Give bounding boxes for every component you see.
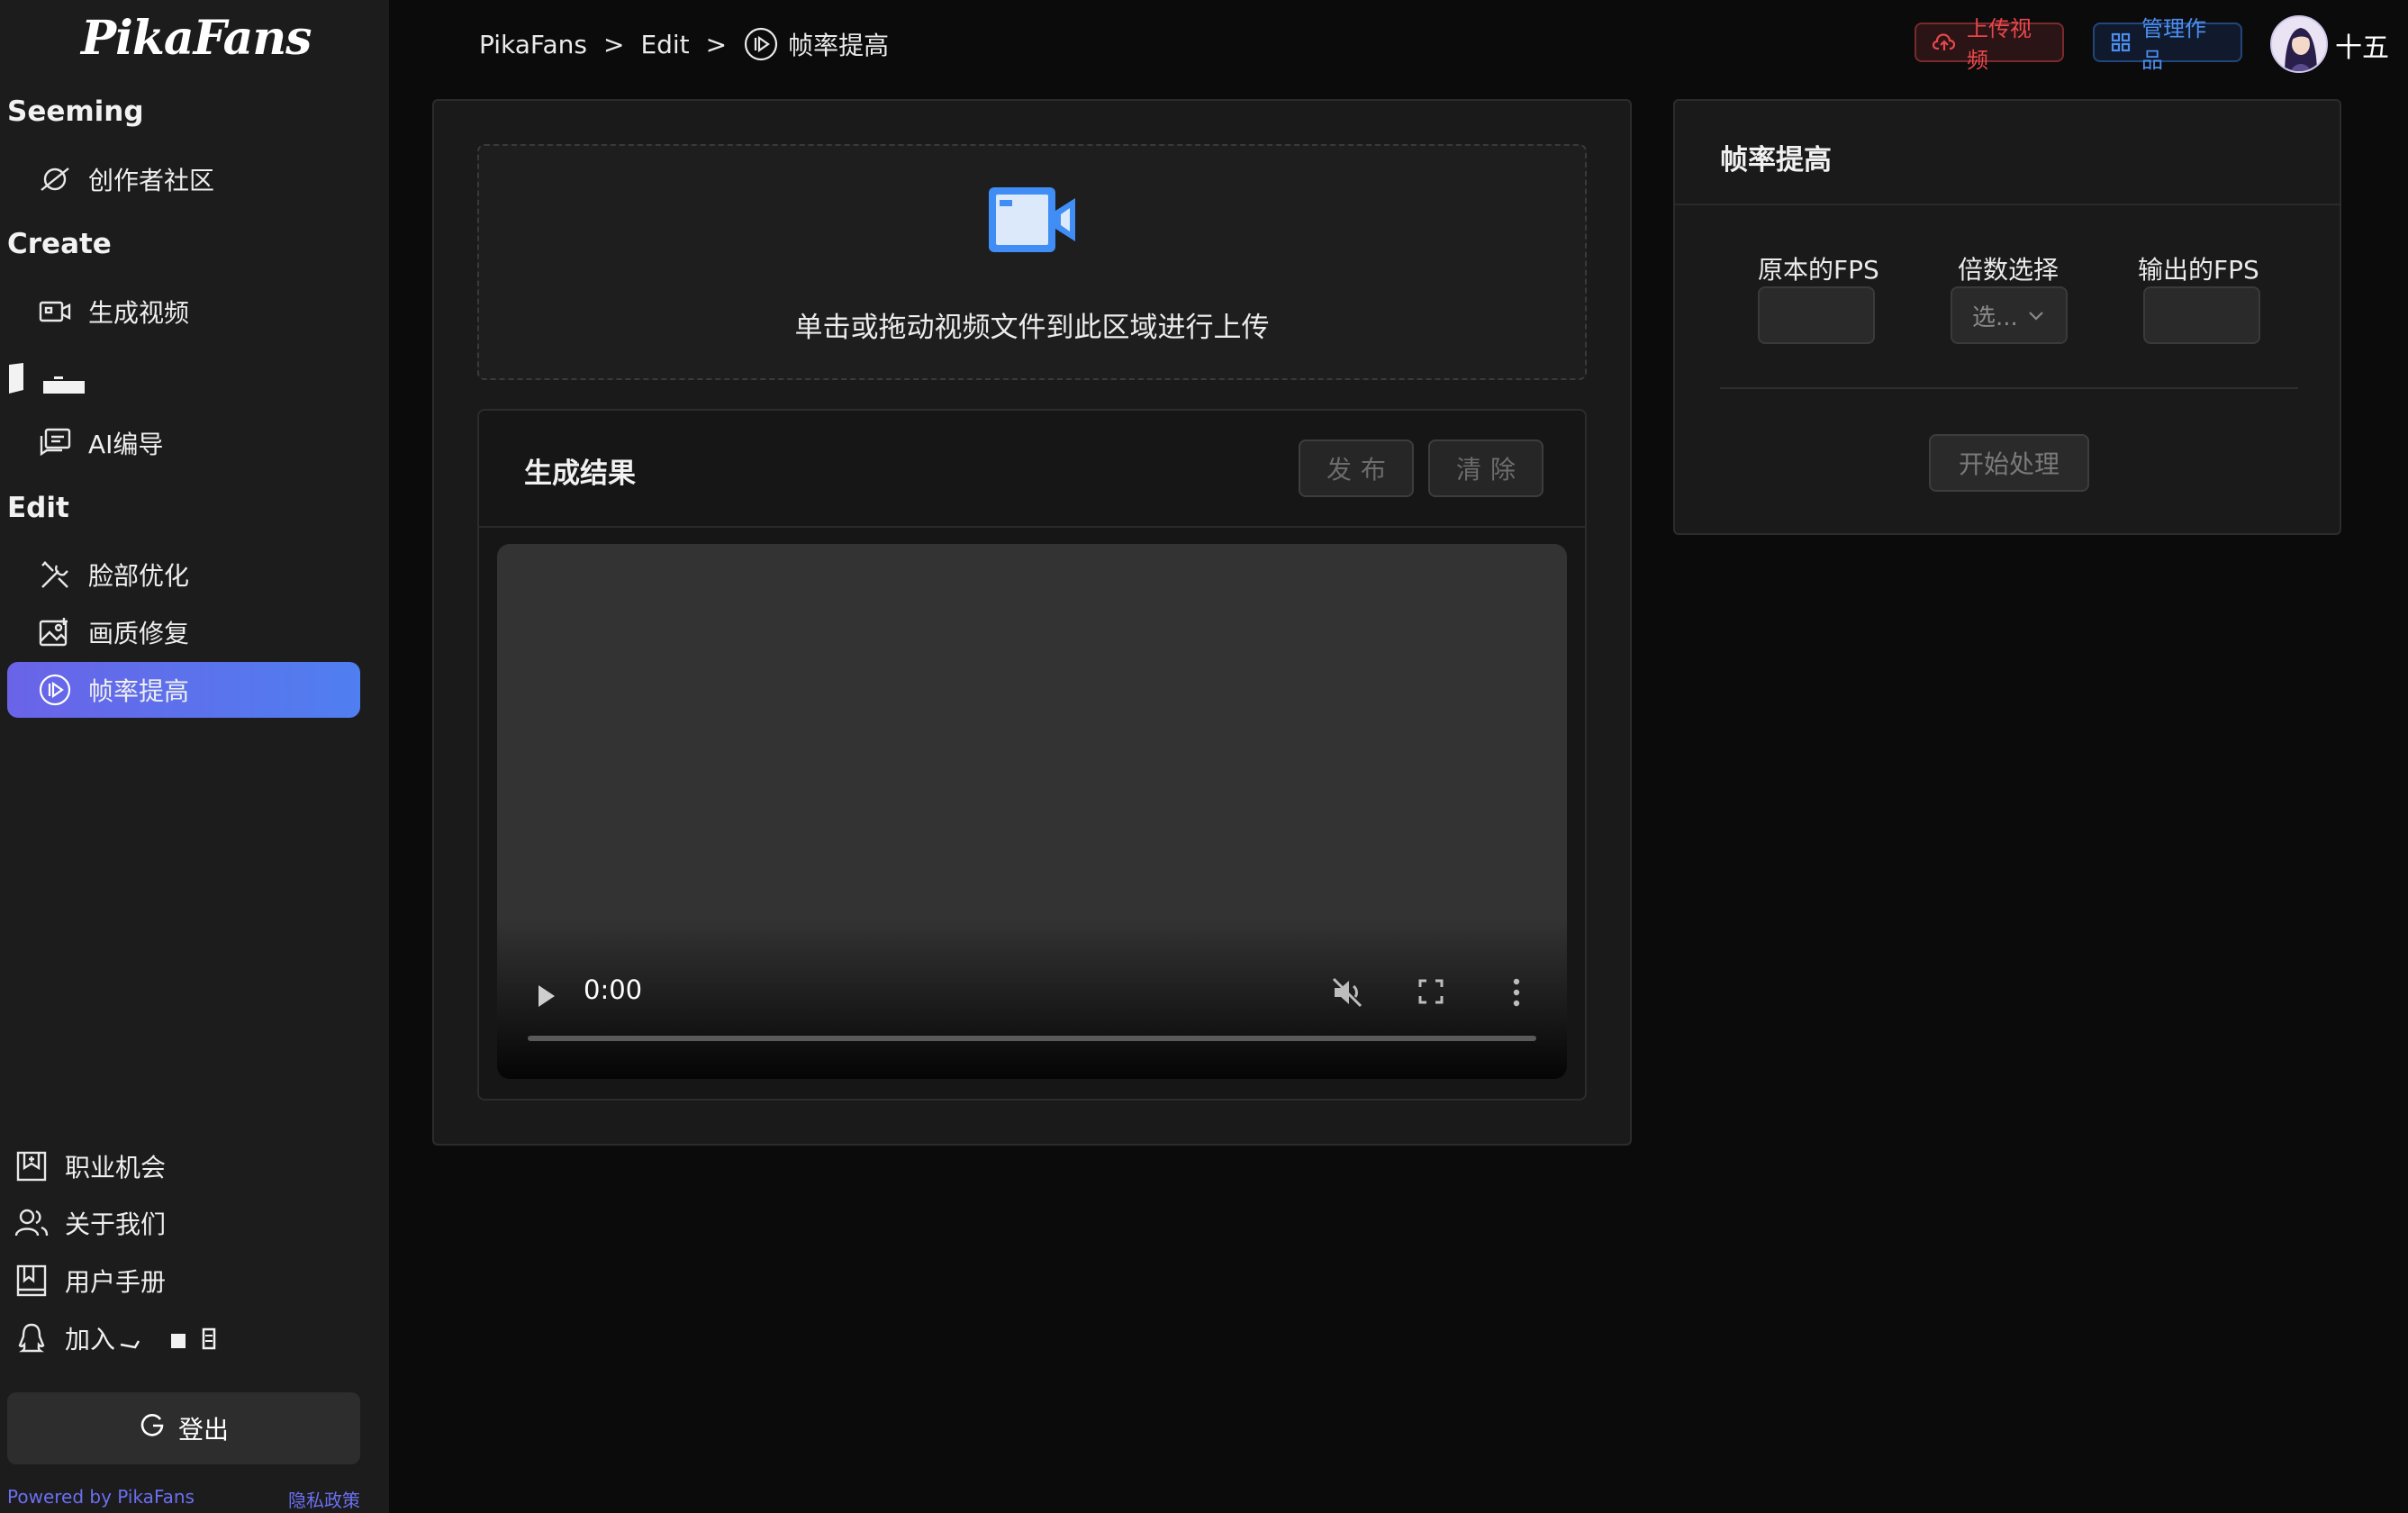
sidebar-item-label: 关于我们	[65, 1209, 167, 1239]
sidebar-item-manual[interactable]: 用户手册	[7, 1253, 360, 1309]
grid-icon	[2111, 32, 2131, 52]
sidebar-item-generate-video[interactable]: 生成视频	[7, 284, 360, 340]
sidebar-item-ai-director[interactable]: AI编导	[7, 415, 360, 471]
clear-button[interactable]: 清除	[1428, 439, 1543, 497]
video-player[interactable]: 0:00	[497, 544, 1567, 1079]
sidebar-item-label: 用户手册	[65, 1267, 167, 1297]
publish-button[interactable]: 发布	[1299, 439, 1414, 497]
breadcrumb-home[interactable]: PikaFans	[479, 30, 587, 59]
result-header: 生成结果 发布 清除	[479, 411, 1585, 528]
play-circle-icon	[38, 673, 72, 707]
sidebar-item-about[interactable]: 关于我们	[7, 1195, 360, 1251]
play-circle-icon	[743, 26, 779, 62]
chevron-down-icon	[2027, 309, 2045, 322]
sidebar-item-label: 脸部优化	[88, 561, 190, 591]
section-edit: Edit	[7, 492, 69, 524]
settings-title: 帧率提高	[1720, 144, 1832, 177]
output-fps-label: 输出的FPS	[2138, 255, 2259, 285]
sidebar-item-label: 创作者社区	[88, 166, 215, 195]
sidebar-item-join[interactable]: 加入	[7, 1310, 360, 1366]
video-time: 0:00	[584, 974, 643, 1005]
rendering-glitch-icon	[9, 363, 85, 394]
dropzone-text: 单击或拖动视频文件到此区域进行上传	[794, 312, 1270, 344]
result-title: 生成结果	[524, 458, 636, 490]
more-options-icon[interactable]	[1511, 976, 1522, 1009]
sidebar-item-image-repair[interactable]: 画质修复	[7, 604, 360, 660]
upload-video-button[interactable]: 上传视频	[1915, 16, 2064, 73]
breadcrumb-separator: >	[602, 29, 625, 59]
book-icon	[14, 1264, 49, 1298]
avatar[interactable]	[2270, 15, 2328, 73]
start-processing-button[interactable]: 开始处理	[1929, 434, 2089, 492]
settings-header: 帧率提高	[1675, 101, 2340, 205]
sidebar-item-label: AI编导	[88, 430, 164, 459]
video-progress-bar[interactable]	[528, 1036, 1536, 1041]
username[interactable]: 十五	[2335, 25, 2389, 65]
privacy-policy-link[interactable]: 隐私政策	[288, 1486, 360, 1512]
chat-icon	[38, 426, 72, 460]
fullscreen-icon[interactable]	[1417, 978, 1444, 1005]
manage-works-label: 管理作品	[2141, 16, 2206, 73]
qq-icon	[14, 1321, 49, 1355]
breadcrumb: PikaFans > Edit > 帧率提高	[479, 23, 889, 65]
users-icon	[14, 1206, 49, 1240]
manage-works-button[interactable]: 管理作品	[2093, 16, 2242, 73]
section-seeming: Seeming	[7, 95, 144, 128]
section-create: Create	[7, 228, 112, 260]
breadcrumb-current: 帧率提高	[788, 31, 890, 60]
multiplier-select-value: 选...	[1972, 304, 2018, 331]
tools-icon	[38, 557, 72, 592]
bookmark-add-icon	[14, 1149, 49, 1183]
app-logo[interactable]: PikaFans	[81, 7, 312, 70]
original-fps-label: 原本的FPS	[1758, 255, 1879, 285]
powered-by-link[interactable]: Powered by PikaFans	[7, 1486, 195, 1508]
output-fps-input[interactable]	[2143, 286, 2260, 344]
logout-label: 登出	[177, 1415, 229, 1445]
play-icon[interactable]	[533, 980, 560, 1012]
logout-icon	[139, 1412, 166, 1445]
sidebar-item-label: 帧率提高	[88, 676, 190, 706]
settings-panel: 帧率提高 原本的FPS 倍数选择 选... 输出的FPS 开始处理	[1673, 99, 2341, 535]
logout-button[interactable]: 登出	[7, 1392, 360, 1464]
mute-icon[interactable]	[1331, 976, 1365, 1009]
divider	[1720, 387, 2298, 389]
sidebar: PikaFans Seeming 创作者社区 Create 生成视频 AI编导 …	[0, 0, 389, 1513]
image-edit-icon	[38, 615, 72, 649]
planet-icon	[38, 162, 72, 196]
upload-video-label: 上传视频	[1967, 16, 2032, 73]
video-camera-icon	[989, 187, 1075, 252]
original-fps-input[interactable]	[1758, 286, 1875, 344]
sidebar-item-label: 生成视频	[88, 298, 190, 328]
sidebar-item-label: 画质修复	[88, 619, 190, 648]
multiplier-label: 倍数选择	[1958, 255, 2059, 285]
cloud-upload-icon	[1933, 32, 1956, 52]
multiplier-select[interactable]: 选...	[1951, 286, 2068, 344]
sidebar-item-face-optimize[interactable]: 脸部优化	[7, 547, 360, 602]
sidebar-item-label: 加入	[65, 1325, 116, 1354]
rendering-glitch-icon	[120, 1327, 216, 1350]
video-icon	[38, 294, 72, 329]
video-upload-dropzone[interactable]: 单击或拖动视频文件到此区域进行上传	[477, 144, 1587, 380]
sidebar-item-label: 职业机会	[65, 1153, 167, 1182]
sidebar-item-careers[interactable]: 职业机会	[7, 1138, 360, 1194]
breadcrumb-separator: >	[705, 29, 728, 59]
sidebar-item-frame-rate[interactable]: 帧率提高	[7, 662, 360, 718]
sidebar-item-community[interactable]: 创作者社区	[7, 151, 360, 207]
breadcrumb-section[interactable]: Edit	[640, 30, 689, 59]
